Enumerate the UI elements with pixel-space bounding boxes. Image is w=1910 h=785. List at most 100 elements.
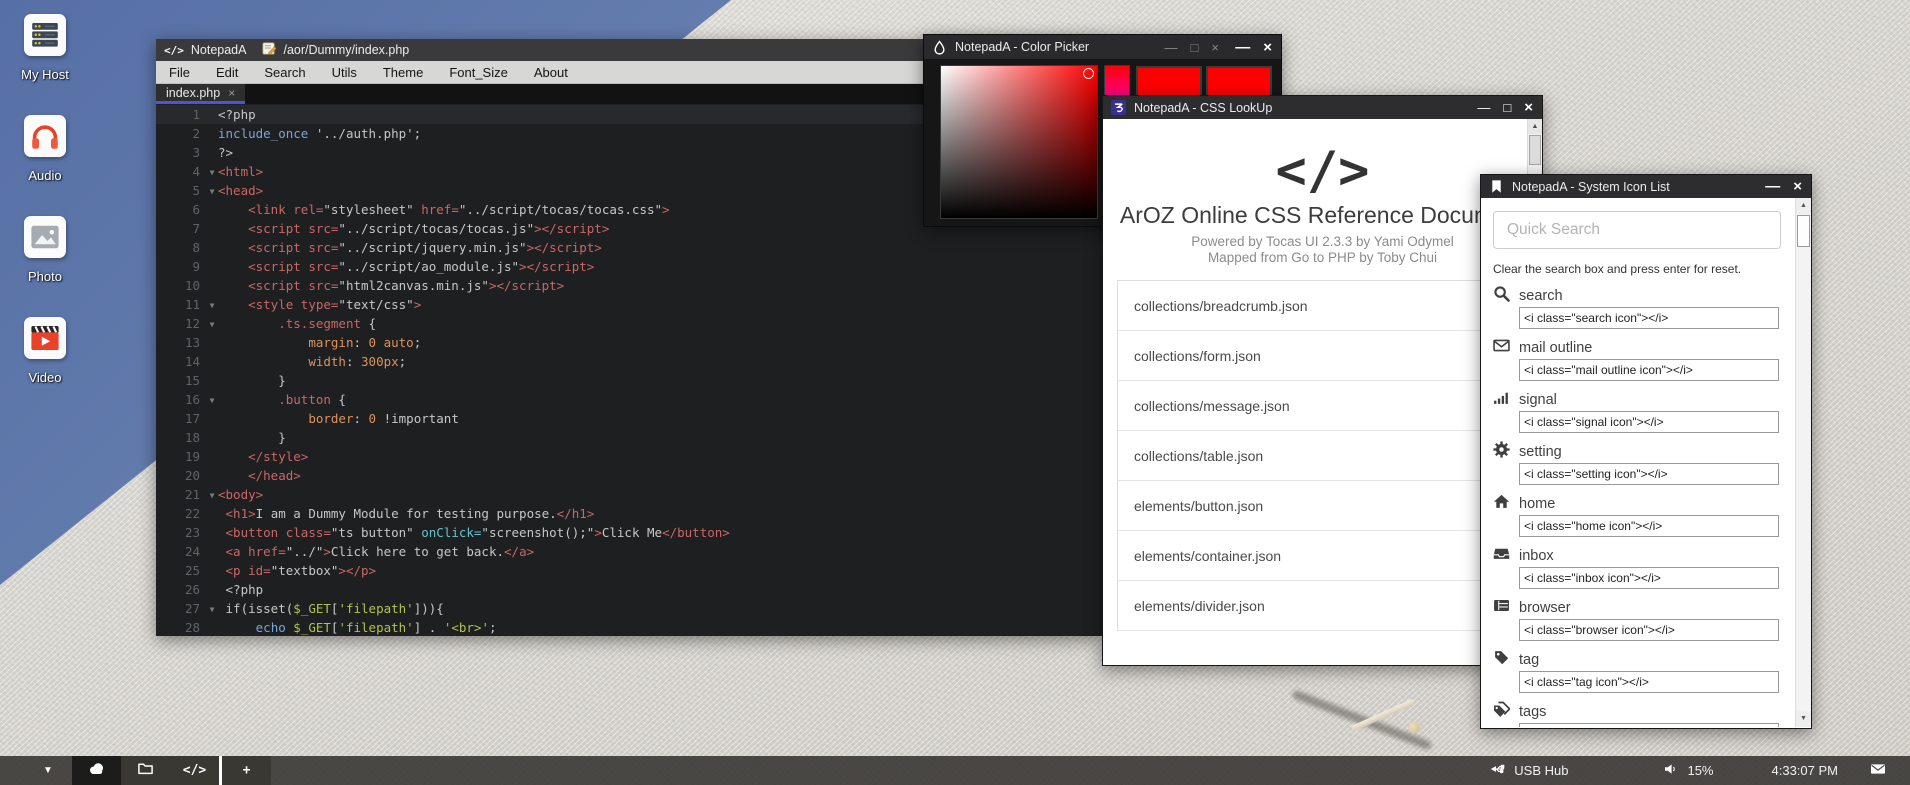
quick-search-input[interactable] <box>1493 211 1781 249</box>
code-line[interactable]: 25 <p id="textbox"></p> <box>156 561 1102 580</box>
volume-status[interactable]: 15% <box>1663 761 1713 780</box>
code-line[interactable]: 17 border: 0 !important <box>156 409 1102 428</box>
fold-arrow-icon[interactable]: ▼ <box>206 485 218 504</box>
lookup-item[interactable]: collections/form.json <box>1118 331 1527 381</box>
close-icon[interactable]: × <box>1524 100 1533 115</box>
code-line[interactable]: 24 <a href="../">Click here to get back.… <box>156 542 1102 561</box>
picker-titlebar[interactable]: NotepadA - Color Picker — □ × — × <box>924 35 1281 59</box>
desktop-icon-audio[interactable]: Audio <box>10 115 80 183</box>
code-line[interactable]: 28 echo $_GET['filepath'] . '<br>'; <box>156 618 1102 637</box>
scroll-down-icon[interactable]: ▼ <box>1796 711 1811 727</box>
minimize-icon[interactable]: — <box>1165 41 1178 54</box>
desktop-icon-video[interactable]: Video <box>10 317 80 385</box>
close-icon[interactable]: × <box>1263 40 1272 55</box>
fold-gutter <box>206 561 218 580</box>
code-line[interactable]: 19 </style> <box>156 447 1102 466</box>
code-line[interactable]: 27▼ if(isset($_GET['filepath'])){ <box>156 599 1102 618</box>
code-line[interactable]: 23 <button class="ts button" onClick="sc… <box>156 523 1102 542</box>
code-line[interactable]: 13 margin: 0 auto; <box>156 333 1102 352</box>
code-line[interactable]: 18 } <box>156 428 1102 447</box>
lookup-item[interactable]: elements/button.json <box>1118 481 1527 531</box>
clock[interactable]: 4:33:07 PM <box>1772 763 1839 778</box>
taskbar-tile-cloud-app[interactable] <box>72 756 121 785</box>
taskbar-menu-arrow-icon[interactable]: ▼ <box>38 765 58 776</box>
code-text: <link rel="stylesheet" href="../script/t… <box>218 200 670 219</box>
iconlist-scrollbar[interactable]: ▲ ▼ <box>1795 198 1811 727</box>
line-number: 18 <box>156 428 206 447</box>
scrollbar-thumb[interactable] <box>1797 215 1810 247</box>
fold-arrow-icon[interactable]: ▼ <box>206 295 218 314</box>
line-number: 2 <box>156 124 206 143</box>
menu-font_size[interactable]: Font_Size <box>436 65 521 80</box>
scroll-up-icon[interactable]: ▲ <box>1528 119 1542 134</box>
menu-search[interactable]: Search <box>251 65 318 80</box>
code-line[interactable]: 10 <script src="html2canvas.min.js"></sc… <box>156 276 1102 295</box>
code-line[interactable]: 15 } <box>156 371 1102 390</box>
taskbar-tile-new-tab[interactable]: + <box>222 756 271 785</box>
code-line[interactable]: 8 <script src="../script/jquery.min.js">… <box>156 238 1102 257</box>
icon-code-input[interactable] <box>1519 567 1779 589</box>
icon-code-input[interactable] <box>1519 411 1779 433</box>
lookup-item[interactable]: collections/breadcrumb.json <box>1118 281 1527 331</box>
lookup-item[interactable]: collections/table.json <box>1118 431 1527 481</box>
minimize-icon[interactable]: — <box>1477 101 1490 114</box>
icon-code-input[interactable] <box>1519 307 1779 329</box>
color-cursor[interactable] <box>1083 68 1094 79</box>
fold-arrow-icon[interactable]: ▼ <box>206 181 218 200</box>
usb-status[interactable]: USB Hub <box>1490 761 1568 780</box>
line-number: 9 <box>156 257 206 276</box>
icon-code-input[interactable] <box>1519 619 1779 641</box>
lookup-item[interactable]: elements/divider.json <box>1118 581 1527 631</box>
menu-utils[interactable]: Utils <box>319 65 370 80</box>
icon-code-input[interactable] <box>1519 359 1779 381</box>
close-icon[interactable]: × <box>1793 179 1802 194</box>
scroll-up-icon[interactable]: ▲ <box>1796 198 1811 214</box>
close-icon[interactable]: × <box>1211 41 1219 54</box>
folder-icon <box>137 760 154 782</box>
icon-item-header: mail outline <box>1493 338 1779 358</box>
fold-arrow-icon[interactable]: ▼ <box>206 314 218 333</box>
fold-gutter <box>206 276 218 295</box>
icon-code-input[interactable] <box>1519 671 1779 693</box>
tab-index-php[interactable]: index.php × <box>156 84 245 104</box>
lookup-titlebar[interactable]: NotepadA - CSS LookUp — □ × <box>1103 96 1542 119</box>
icon-code-input[interactable] <box>1519 723 1779 727</box>
notifications[interactable] <box>1870 761 1886 780</box>
icon-code-input[interactable] <box>1519 515 1779 537</box>
code-line[interactable]: 22 <h1>I am a Dummy Module for testing p… <box>156 504 1102 523</box>
lookup-item[interactable]: elements/container.json <box>1118 531 1527 581</box>
icon-code-input[interactable] <box>1519 463 1779 485</box>
fold-arrow-icon[interactable]: ▼ <box>206 162 218 181</box>
lookup-body: </> ArOZ Online CSS Reference Document P… <box>1103 119 1542 664</box>
code-line[interactable]: 21▼<body> <box>156 485 1102 504</box>
iconlist-titlebar[interactable]: NotepadA - System Icon List — × <box>1481 175 1811 198</box>
scrollbar-thumb[interactable] <box>1529 135 1541 165</box>
fold-gutter <box>206 238 218 257</box>
fold-arrow-icon[interactable]: ▼ <box>206 390 218 409</box>
code-line[interactable]: 26 <?php <box>156 580 1102 599</box>
menu-edit[interactable]: Edit <box>203 65 251 80</box>
desktop-icon-my-host[interactable]: My Host <box>10 14 80 82</box>
code-line[interactable]: 11▼ <style type="text/css"> <box>156 295 1102 314</box>
lookup-item[interactable]: collections/message.json <box>1118 381 1527 431</box>
menu-file[interactable]: File <box>156 65 203 80</box>
menu-theme[interactable]: Theme <box>370 65 436 80</box>
code-line[interactable]: 12▼ .ts.segment { <box>156 314 1102 333</box>
code-line[interactable]: 9 <script src="../script/ao_module.js"><… <box>156 257 1102 276</box>
maximize-icon[interactable]: □ <box>1191 41 1199 54</box>
code-text: </head> <box>218 466 301 485</box>
code-line[interactable]: 20 </head> <box>156 466 1102 485</box>
taskbar-tile-file-manager[interactable] <box>121 756 170 785</box>
minimize-icon[interactable]: — <box>1235 40 1250 55</box>
desktop-icon-photo[interactable]: Photo <box>10 216 80 284</box>
maximize-icon[interactable]: □ <box>1503 101 1511 114</box>
code-line[interactable]: 16▼ .button { <box>156 390 1102 409</box>
menu-about[interactable]: About <box>521 65 581 80</box>
tab-close-icon[interactable]: × <box>228 86 235 100</box>
mail-icon <box>1870 761 1886 780</box>
minimize-icon[interactable]: — <box>1765 179 1780 194</box>
fold-arrow-icon[interactable]: ▼ <box>206 599 218 618</box>
taskbar-tile-code-editor[interactable]: </> <box>170 756 219 785</box>
code-line[interactable]: 14 width: 300px; <box>156 352 1102 371</box>
saturation-value-gradient[interactable] <box>940 65 1098 219</box>
